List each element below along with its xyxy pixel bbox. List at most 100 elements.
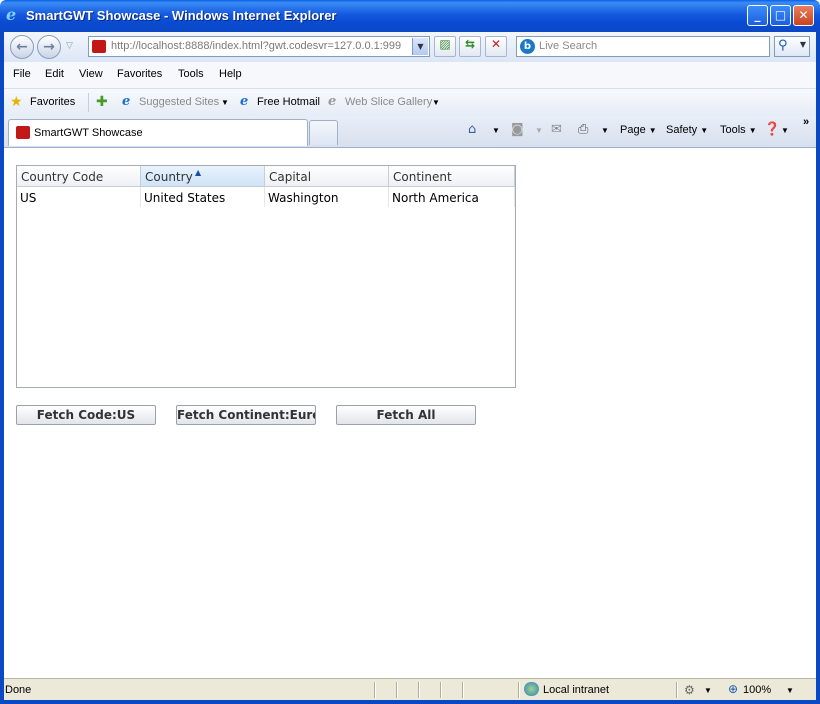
refresh-icon: ⇆ — [464, 37, 476, 51]
zoom-dropdown-icon[interactable]: ▼ — [786, 686, 794, 695]
window-frame-bottom — [0, 700, 820, 704]
column-header-label: Continent — [393, 170, 452, 184]
search-input[interactable]: b Live Search — [516, 36, 770, 57]
add-to-favorites-bar-icon[interactable]: ✚ — [96, 94, 108, 110]
tools-menu[interactable]: Tools ▼ — [720, 124, 757, 136]
magnifier-icon: ⚲ — [778, 38, 788, 53]
more-commands-chevron-icon[interactable]: » — [803, 116, 809, 128]
web-slice-gallery-icon: e — [328, 94, 337, 109]
free-hotmail-icon: e — [240, 94, 249, 109]
feeds-icon[interactable]: ◙ — [511, 122, 524, 137]
status-separator — [518, 682, 519, 698]
minimize-button[interactable]: _ — [747, 5, 768, 26]
url-text[interactable]: http://localhost:8888/index.html?gwt.cod… — [111, 40, 411, 52]
status-bar: Done Local intranet ⚙ ▼ ⊕ 100% ▼ — [4, 678, 816, 701]
tab-label: SmartGWT Showcase — [34, 127, 143, 139]
column-header-label: Country — [145, 170, 193, 184]
column-header-label: Country Code — [21, 170, 104, 184]
favorites-button[interactable]: Favorites — [30, 96, 75, 108]
country-list-grid[interactable]: Country Code Country ▲ Capital Continent … — [16, 165, 516, 388]
tab-bar: SmartGWT Showcase ⌂ ▼ ◙ ▼ ✉ ⎙ ▼ Page ▼ S… — [4, 116, 816, 148]
zoom-level[interactable]: 100% — [743, 684, 771, 696]
home-icon[interactable]: ⌂ — [468, 122, 476, 137]
feeds-dropdown-icon[interactable]: ▼ — [535, 126, 543, 135]
cell-continent[interactable]: North America — [389, 187, 515, 207]
read-mail-icon[interactable]: ✉ — [551, 122, 562, 137]
status-separator — [418, 682, 419, 698]
column-header-country[interactable]: Country ▲ — [141, 166, 265, 187]
home-dropdown-icon[interactable]: ▼ — [492, 126, 500, 135]
new-tab-button[interactable] — [309, 120, 338, 145]
ie-logo-icon: e — [6, 5, 17, 24]
site-favicon-icon — [16, 126, 30, 139]
safety-menu-label: Safety — [666, 124, 698, 136]
chevron-down-icon: ▼ — [700, 126, 709, 135]
title-bar: e SmartGWT Showcase - Windows Internet E… — [0, 0, 820, 32]
print-dropdown-icon[interactable]: ▼ — [601, 126, 609, 135]
fetch-continent-button[interactable]: Fetch Continent:Euro — [176, 405, 316, 425]
protected-mode-icon[interactable]: ⚙ — [684, 683, 695, 697]
suggested-sites-link[interactable]: Suggested Sites — [139, 96, 219, 108]
print-icon[interactable]: ⎙ — [578, 122, 588, 137]
column-header-continent[interactable]: Continent — [389, 166, 515, 187]
window-frame-right — [816, 32, 820, 704]
menu-tools[interactable]: Tools — [178, 68, 204, 80]
close-button[interactable]: ✕ — [793, 5, 814, 26]
status-separator — [396, 682, 397, 698]
back-button[interactable]: ← — [10, 35, 34, 59]
url-dropdown-button[interactable]: ▼ — [412, 38, 428, 55]
favorites-separator — [88, 93, 89, 112]
fetch-code-button[interactable]: Fetch Code:US — [16, 405, 156, 425]
favorites-star-icon: ★ — [10, 94, 23, 110]
compatibility-view-icon: ▨ — [439, 37, 451, 51]
status-separator — [462, 682, 463, 698]
security-zone-text[interactable]: Local intranet — [543, 684, 609, 696]
url-field[interactable]: http://localhost:8888/index.html?gwt.cod… — [88, 36, 430, 57]
refresh-button[interactable]: ⇆ — [459, 36, 481, 57]
fetch-all-button[interactable]: Fetch All — [336, 405, 476, 425]
cell-country[interactable]: United States — [141, 187, 265, 207]
search-placeholder: Live Search — [539, 40, 598, 52]
maximize-button[interactable]: □ — [770, 5, 791, 26]
page-content: Country Code Country ▲ Capital Continent … — [4, 148, 816, 678]
web-slice-gallery-link[interactable]: Web Slice Gallery — [345, 96, 432, 108]
menu-help[interactable]: Help — [219, 68, 242, 80]
live-search-icon: b — [520, 39, 535, 54]
help-dropdown-icon[interactable]: ▼ — [781, 126, 789, 135]
help-icon[interactable]: ❓ — [764, 122, 780, 137]
back-arrow-icon: ← — [16, 39, 28, 55]
chevron-down-icon: ▼ — [748, 126, 757, 135]
suggested-sites-icon: e — [122, 94, 131, 109]
menu-file[interactable]: File — [13, 68, 31, 80]
web-slice-gallery-dropdown-icon[interactable]: ▼ — [432, 98, 440, 107]
forward-button[interactable]: → — [37, 35, 61, 59]
search-button[interactable]: ⚲ ▼ — [774, 36, 810, 57]
menu-edit[interactable]: Edit — [45, 68, 64, 80]
cell-capital[interactable]: Washington — [265, 187, 389, 207]
protected-mode-dropdown-icon[interactable]: ▼ — [704, 686, 712, 695]
column-header-capital[interactable]: Capital — [265, 166, 389, 187]
safety-menu[interactable]: Safety ▼ — [666, 124, 708, 136]
menu-favorites[interactable]: Favorites — [117, 68, 162, 80]
stop-button[interactable]: ✕ — [485, 36, 507, 57]
status-separator — [440, 682, 441, 698]
history-dropdown-icon[interactable]: ▽ — [66, 41, 73, 51]
cell-country-code[interactable]: US — [17, 187, 141, 207]
page-menu-label: Page — [620, 124, 646, 136]
compatibility-view-button[interactable]: ▨ — [434, 36, 456, 57]
stop-icon: ✕ — [490, 37, 502, 51]
chevron-down-icon: ▼ — [648, 126, 657, 135]
menu-view[interactable]: View — [79, 68, 103, 80]
window-title: SmartGWT Showcase - Windows Internet Exp… — [26, 8, 337, 23]
zoom-icon[interactable]: ⊕ — [728, 682, 738, 696]
local-intranet-icon — [524, 682, 539, 696]
suggested-sites-dropdown-icon[interactable]: ▼ — [221, 98, 229, 107]
page-menu[interactable]: Page ▼ — [620, 124, 657, 136]
tab-smartgwt-showcase[interactable]: SmartGWT Showcase — [8, 119, 308, 146]
free-hotmail-link[interactable]: Free Hotmail — [257, 96, 320, 108]
column-header-country-code[interactable]: Country Code — [17, 166, 141, 187]
tools-menu-label: Tools — [720, 124, 746, 136]
search-options-dropdown-icon[interactable]: ▼ — [800, 40, 806, 49]
column-header-label: Capital — [269, 170, 312, 184]
menu-bar: File Edit View Favorites Tools Help — [4, 62, 816, 89]
